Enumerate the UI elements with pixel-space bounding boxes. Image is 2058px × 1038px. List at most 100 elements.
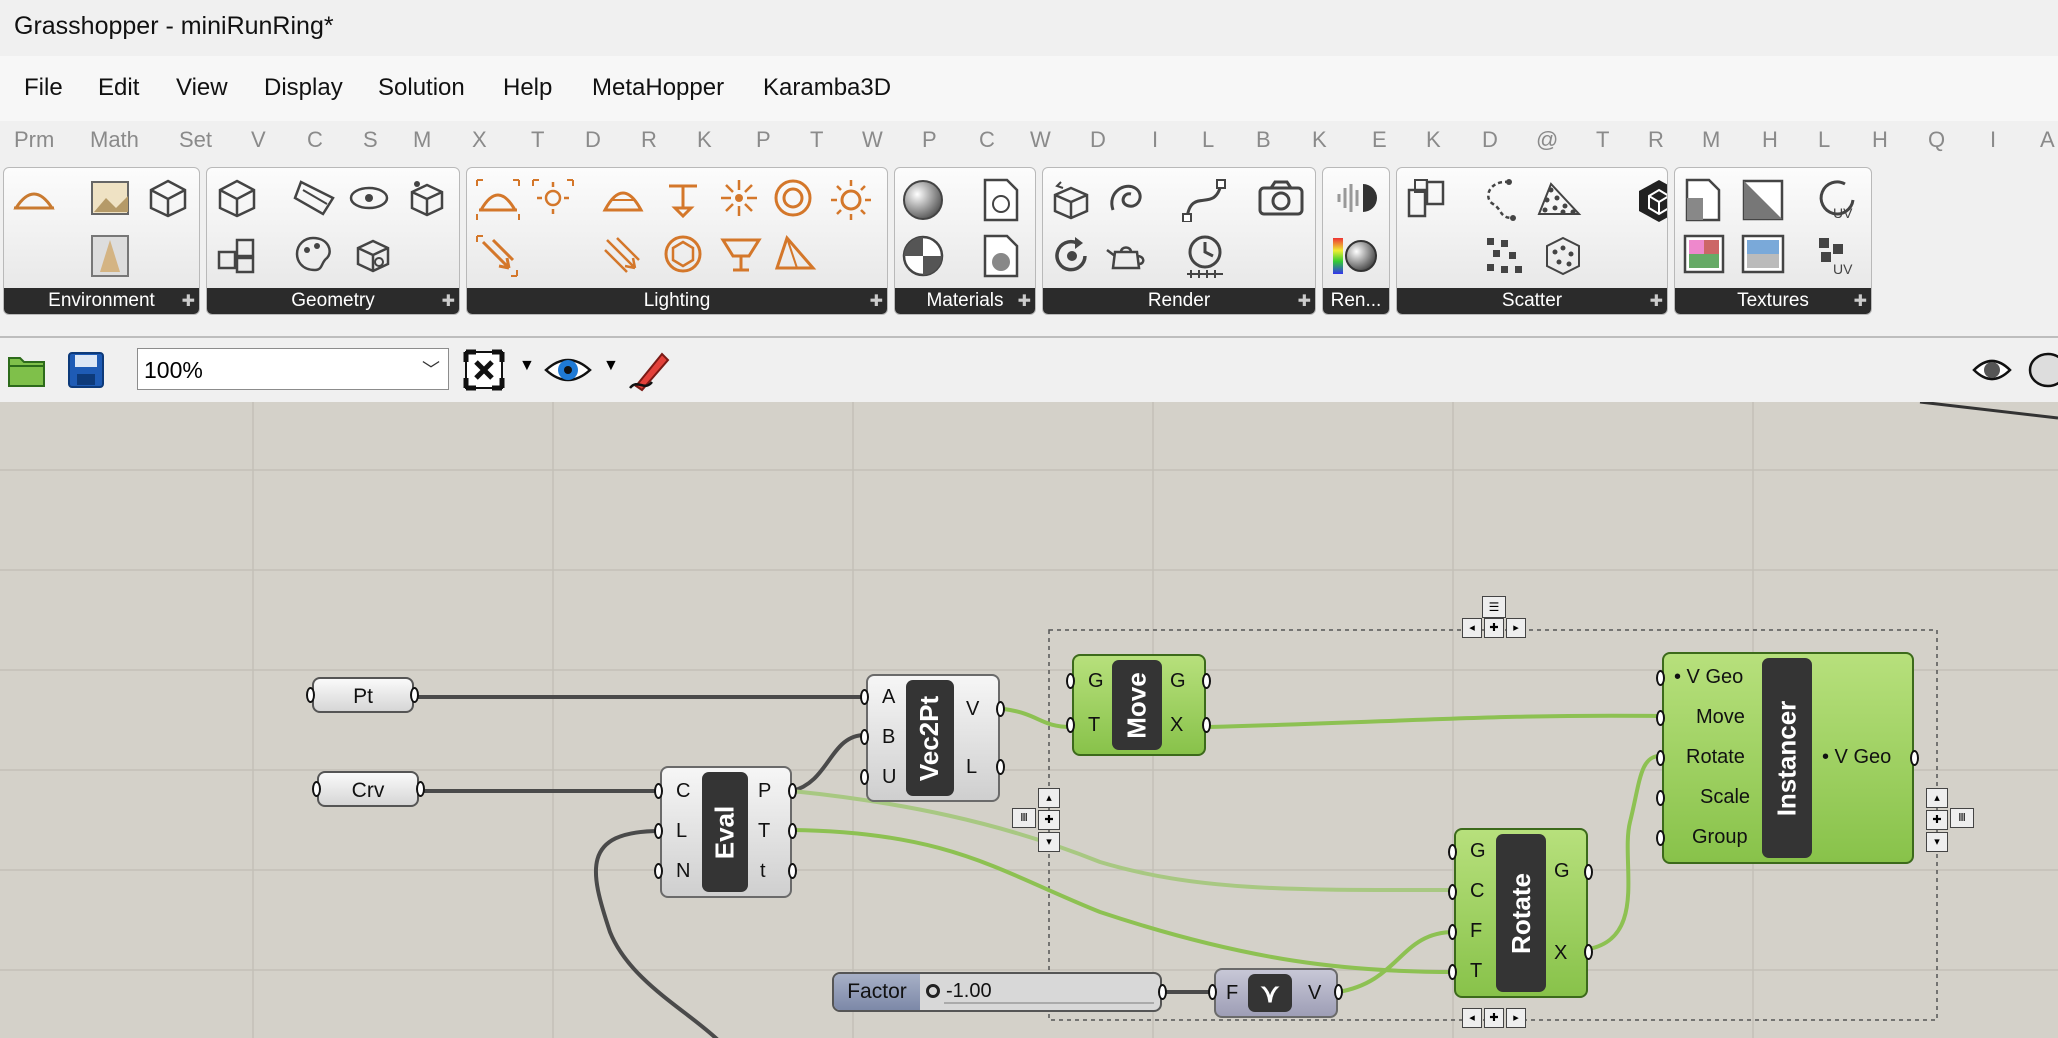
material-document-icon[interactable] — [981, 178, 1021, 222]
tab-v[interactable]: V — [251, 127, 266, 153]
negative-component[interactable]: F ⋎ V — [1214, 968, 1338, 1018]
expand-icon[interactable]: ✚ — [1018, 291, 1031, 311]
blend-material-icon[interactable] — [901, 234, 945, 278]
output-port[interactable] — [1158, 984, 1167, 1000]
slider-grip-icon[interactable] — [926, 984, 940, 998]
color-sphere-icon[interactable] — [1331, 234, 1379, 278]
menu-edit[interactable]: Edit — [98, 74, 139, 102]
input-port[interactable] — [1656, 710, 1665, 726]
input-port[interactable] — [1656, 830, 1665, 846]
caret-down-icon[interactable]: ▼ — [519, 357, 535, 375]
scatter-points-icon[interactable] — [1483, 234, 1527, 278]
tab-t2[interactable]: T — [810, 127, 823, 153]
input-port[interactable] — [1208, 984, 1217, 1000]
tab-set[interactable]: Set — [179, 127, 212, 153]
scatter-volume-icon[interactable] — [1541, 234, 1585, 278]
tab-l2[interactable]: L — [1818, 127, 1830, 153]
preview-wire-icon[interactable] — [2026, 348, 2058, 392]
input-port[interactable] — [654, 863, 663, 879]
input-port[interactable] — [1448, 844, 1457, 860]
zoom-extents-icon[interactable] — [462, 348, 510, 392]
tab-m2[interactable]: M — [1702, 127, 1720, 153]
tab-t[interactable]: T — [531, 127, 544, 153]
sound-wave-icon[interactable] — [1333, 178, 1377, 218]
tab-c[interactable]: C — [307, 127, 323, 153]
input-port[interactable] — [1448, 924, 1457, 940]
camera-icon[interactable] — [1257, 178, 1305, 218]
gradient-texture-icon[interactable] — [1741, 178, 1785, 222]
sky-dome-icon[interactable] — [12, 178, 56, 222]
tab-s[interactable]: S — [363, 127, 378, 153]
texture-document-icon[interactable] — [1683, 178, 1725, 222]
tab-d2[interactable]: D — [1090, 127, 1106, 153]
tab-t3[interactable]: T — [1596, 127, 1609, 153]
tab-k[interactable]: K — [697, 127, 712, 153]
teapot-icon[interactable] — [1105, 234, 1149, 278]
preview-mesh-icon[interactable] — [1970, 348, 2014, 392]
directional-light-icon[interactable] — [475, 234, 519, 278]
expand-icon[interactable]: ✚ — [442, 291, 455, 311]
rotate-component[interactable]: G C F T Rotate G X — [1454, 828, 1588, 998]
group-menu-icon[interactable]: Ⅲ — [1950, 808, 1974, 828]
tab-q[interactable]: Q — [1928, 127, 1945, 153]
tab-p[interactable]: P — [756, 127, 771, 153]
tab-l[interactable]: L — [1202, 127, 1214, 153]
environment-cube-icon[interactable] — [148, 178, 188, 218]
render-box-icon[interactable] — [1051, 178, 1093, 222]
output-port[interactable] — [996, 701, 1005, 717]
scatter-surface-icon[interactable] — [1535, 178, 1583, 218]
material-file-icon[interactable] — [981, 234, 1021, 278]
tab-math[interactable]: Math — [90, 127, 139, 153]
curve-param[interactable]: Crv — [317, 771, 419, 807]
linear-light-icon[interactable] — [601, 234, 645, 274]
output-port[interactable] — [788, 823, 797, 839]
output-port[interactable] — [788, 783, 797, 799]
factor-slider[interactable]: Factor -1.00 — [832, 972, 1162, 1012]
timer-icon[interactable] — [1183, 234, 1227, 280]
tab-c2[interactable]: C — [979, 127, 995, 153]
input-port[interactable] — [1066, 673, 1075, 689]
output-port[interactable] — [996, 759, 1005, 775]
output-port[interactable] — [416, 781, 425, 797]
menu-display[interactable]: Display — [264, 74, 343, 102]
proxy-icon[interactable] — [347, 178, 391, 218]
tab-i[interactable]: I — [1152, 127, 1158, 153]
box-icon[interactable] — [217, 178, 257, 218]
input-port[interactable] — [1448, 884, 1457, 900]
group-nav-icons[interactable]: ▴ ✚ ▾ — [1038, 788, 1060, 852]
tab-m[interactable]: M — [413, 127, 431, 153]
tab-i2[interactable]: I — [1990, 127, 1996, 153]
tab-r2[interactable]: R — [1648, 127, 1664, 153]
menu-solution[interactable]: Solution — [378, 74, 465, 102]
spot-light-icon[interactable] — [661, 178, 705, 218]
input-port[interactable] — [1656, 790, 1665, 806]
ies-light-icon[interactable] — [773, 178, 813, 218]
palette-icon[interactable] — [293, 234, 337, 274]
output-port[interactable] — [788, 863, 797, 879]
input-port[interactable] — [306, 687, 315, 703]
menu-view[interactable]: View — [176, 74, 228, 102]
input-port[interactable] — [1066, 717, 1075, 733]
point-param[interactable]: Pt — [312, 677, 414, 713]
tab-x[interactable]: X — [472, 127, 487, 153]
scatter-stack-icon[interactable] — [1405, 178, 1449, 222]
box-texture-icon[interactable] — [353, 234, 393, 274]
menu-help[interactable]: Help — [503, 74, 552, 102]
uv-mapping-icon[interactable]: UV — [1815, 178, 1861, 222]
zoom-select[interactable]: 100% ﹀ — [137, 348, 449, 390]
render-swirl-icon[interactable] — [1105, 178, 1149, 222]
tab-prm[interactable]: Prm — [14, 127, 54, 153]
output-port[interactable] — [1334, 984, 1343, 1000]
tab-h[interactable]: H — [1762, 127, 1778, 153]
output-port[interactable] — [1584, 864, 1593, 880]
rectangle-light-icon[interactable] — [531, 178, 575, 222]
output-port[interactable] — [410, 687, 419, 703]
group-menu-icon[interactable]: Ⅲ — [1012, 808, 1036, 828]
refresh-render-icon[interactable] — [1051, 234, 1093, 278]
hemisphere-light-icon[interactable] — [601, 178, 645, 218]
multi-box-icon[interactable] — [215, 234, 259, 274]
sketch-pen-icon[interactable] — [628, 348, 674, 392]
tab-e[interactable]: E — [1372, 127, 1387, 153]
tab-a[interactable]: A — [2040, 127, 2055, 153]
instancer-component[interactable]: • V Geo Move Rotate Scale Group Instance… — [1662, 652, 1914, 864]
